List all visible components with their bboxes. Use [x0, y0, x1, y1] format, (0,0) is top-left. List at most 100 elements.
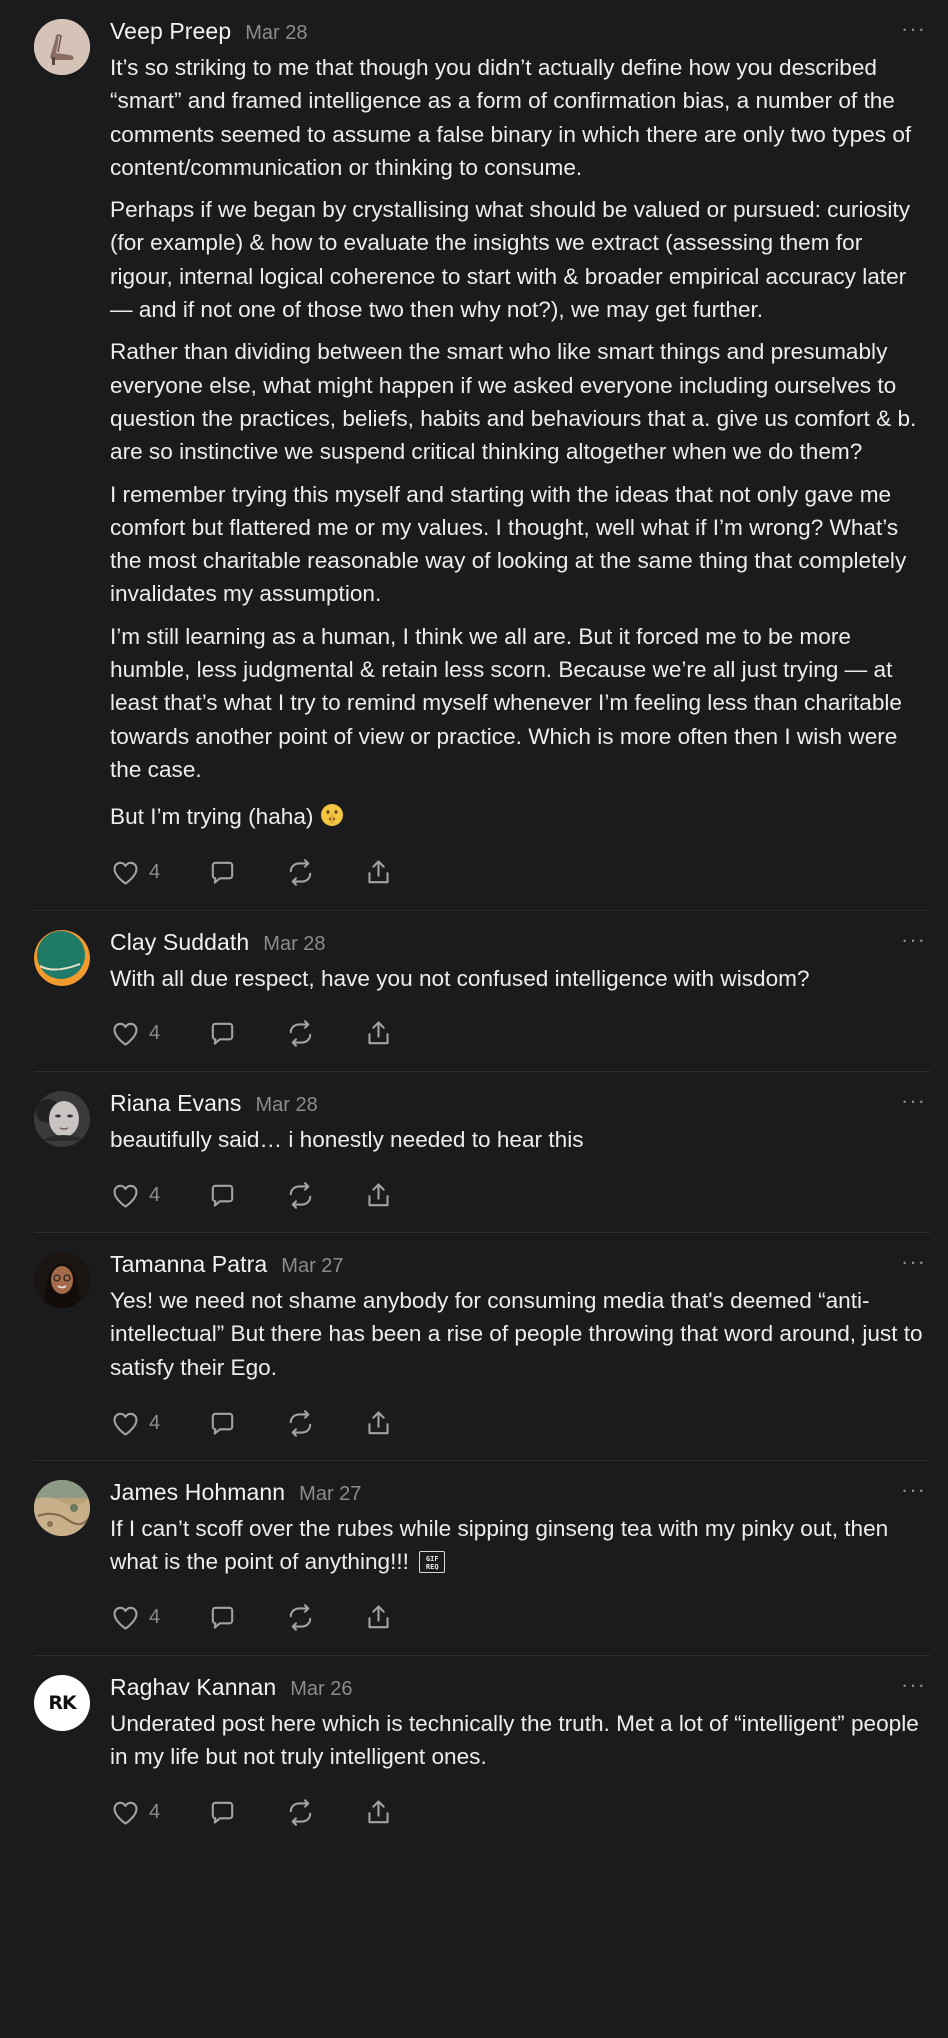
gif-badge-icon[interactable]: GIF REQ	[419, 1551, 446, 1574]
restack-button[interactable]	[285, 1180, 316, 1211]
avatar[interactable]	[34, 19, 90, 75]
reply-button[interactable]	[207, 857, 238, 888]
reply-button[interactable]	[207, 1797, 238, 1828]
comment-date[interactable]: Mar 28	[245, 22, 307, 45]
more-options-icon[interactable]: ···	[901, 18, 926, 40]
comment-icon	[211, 1184, 234, 1207]
comment-date[interactable]: Mar 26	[290, 1678, 352, 1701]
landscape-photo-icon	[34, 1480, 90, 1537]
restack-icon	[289, 859, 312, 886]
comment-paragraph: It’s so striking to me that though you d…	[110, 55, 912, 180]
like-count: 4	[149, 861, 161, 884]
author-name[interactable]: Raghav Kannan	[110, 1674, 276, 1701]
comment-header: Veep Preep Mar 28	[110, 18, 930, 51]
share-button[interactable]	[363, 1180, 394, 1211]
comment-text: Underated post here which is technically…	[110, 1707, 930, 1774]
restack-icon	[289, 1181, 312, 1209]
more-options-icon[interactable]: ···	[901, 1089, 926, 1111]
author-name[interactable]: Tamanna Patra	[110, 1251, 267, 1278]
share-button[interactable]	[363, 1602, 394, 1633]
comment: Riana Evans Mar 28 beautifully said… i h…	[34, 1072, 930, 1234]
reply-button[interactable]	[207, 1602, 238, 1633]
avatar[interactable]	[34, 1090, 90, 1147]
comment: Clay Suddath Mar 28 With all due respect…	[34, 911, 930, 1072]
avatar[interactable]	[34, 1480, 90, 1537]
comment-header: Raghav Kannan Mar 26	[110, 1674, 930, 1707]
comment-text: beautifully said… i honestly needed to h…	[110, 1123, 930, 1156]
more-options-icon[interactable]: ···	[901, 1479, 926, 1501]
comment: Veep Preep Mar 28 It’s so striking to me…	[34, 0, 930, 911]
restack-button[interactable]	[285, 1018, 316, 1049]
like-button[interactable]: 4	[110, 1180, 160, 1211]
high-heel-shoe-icon	[34, 19, 90, 75]
share-icon	[368, 1411, 389, 1434]
comment-paragraph: I remember trying this myself and starti…	[110, 481, 907, 607]
like-count: 4	[149, 1183, 161, 1206]
restack-button[interactable]	[285, 1602, 316, 1633]
restack-button[interactable]	[285, 1408, 316, 1439]
comment-paragraph-wrap: If I can’t scoff over the rubes while si…	[110, 1512, 930, 1579]
heart-icon	[113, 1606, 138, 1630]
share-button[interactable]	[363, 857, 394, 888]
comment-icon	[211, 1412, 234, 1435]
comment-paragraph: With all due respect, have you not confu…	[110, 965, 810, 991]
comment-feed: Veep Preep Mar 28 It’s so striking to me…	[0, 0, 948, 1849]
reply-button[interactable]	[207, 1018, 238, 1049]
restack-icon	[289, 1409, 312, 1437]
comment-actions: 4	[110, 1406, 930, 1440]
share-icon	[368, 1605, 389, 1629]
comment-header: James Hohmann Mar 27	[110, 1479, 930, 1512]
comment-paragraph: I’m still learning as a human, I think w…	[110, 623, 902, 782]
like-button[interactable]: 4	[110, 1797, 160, 1828]
comment-date[interactable]: Mar 28	[256, 1094, 318, 1117]
restack-icon	[289, 1798, 312, 1826]
comment-paragraph: Yes! we need not shame anybody for consu…	[110, 1288, 923, 1380]
avatar[interactable]	[34, 929, 90, 986]
reply-button[interactable]	[207, 1408, 238, 1439]
author-name[interactable]: Veep Preep	[110, 18, 231, 45]
heart-icon	[113, 1412, 138, 1436]
restack-button[interactable]	[285, 857, 316, 888]
comment: Tamanna Patra Mar 27 Yes! we need not sh…	[34, 1233, 930, 1462]
more-options-icon[interactable]: ···	[901, 1251, 926, 1273]
author-name[interactable]: James Hohmann	[110, 1479, 285, 1506]
share-button[interactable]	[363, 1797, 394, 1828]
comment-date[interactable]: Mar 27	[281, 1255, 343, 1278]
comment-date[interactable]: Mar 28	[263, 933, 325, 956]
share-icon	[368, 1800, 389, 1823]
share-icon	[368, 1021, 389, 1045]
comment-date[interactable]: Mar 27	[299, 1483, 361, 1506]
comment: James Hohmann Mar 27 If I can’t scoff ov…	[34, 1461, 930, 1656]
reply-button[interactable]	[207, 1180, 238, 1211]
share-icon	[368, 1183, 389, 1206]
comment-actions: 4	[110, 1601, 930, 1635]
portrait-photo-icon	[34, 1252, 90, 1309]
shushing-face-emoji-icon	[320, 804, 343, 827]
author-name[interactable]: Riana Evans	[110, 1090, 242, 1117]
portrait-photo-icon	[34, 1090, 90, 1147]
avatar[interactable]	[34, 1252, 90, 1309]
like-count: 4	[149, 1606, 161, 1629]
author-name[interactable]: Clay Suddath	[110, 929, 249, 956]
comment: RK Raghav Kannan Mar 26 Underated post h…	[34, 1656, 930, 1850]
share-button[interactable]	[363, 1408, 394, 1439]
comment-actions: 4	[110, 1795, 930, 1829]
heart-icon	[113, 861, 138, 885]
more-options-icon[interactable]: ···	[901, 1673, 926, 1695]
comment-paragraph: Underated post here which is technically…	[110, 1710, 919, 1769]
like-button[interactable]: 4	[110, 1602, 160, 1633]
comment-actions: 4	[110, 1178, 930, 1212]
avatar[interactable]: RK	[34, 1674, 90, 1731]
like-button[interactable]: 4	[110, 857, 160, 888]
restack-button[interactable]	[285, 1797, 316, 1828]
heart-icon	[113, 1184, 138, 1208]
like-button[interactable]: 4	[110, 1408, 160, 1439]
comment-paragraph: beautifully said… i honestly needed to h…	[110, 1126, 584, 1152]
comment-header: Tamanna Patra Mar 27	[110, 1251, 930, 1284]
comment-paragraph: If I can’t scoff over the rubes while si…	[110, 1516, 889, 1575]
more-options-icon[interactable]: ···	[901, 928, 926, 950]
share-button[interactable]	[363, 1018, 394, 1049]
like-button[interactable]: 4	[110, 1018, 160, 1049]
comment-icon	[211, 1606, 234, 1629]
restack-icon	[289, 1020, 312, 1048]
